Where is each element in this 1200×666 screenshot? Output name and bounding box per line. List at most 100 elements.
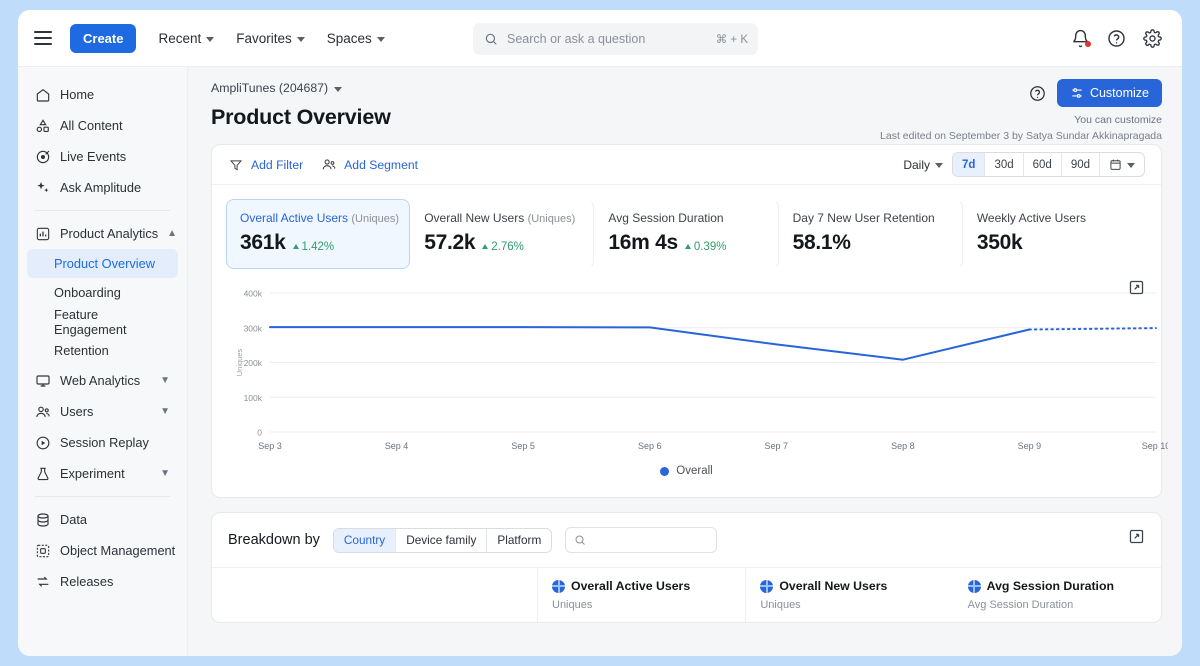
breakdown-column-name: Overall Active Users xyxy=(571,579,690,593)
svg-text:Sep 4: Sep 4 xyxy=(385,441,409,451)
range-90d[interactable]: 90d xyxy=(1062,153,1100,176)
delta-up-icon xyxy=(293,244,299,249)
add-filter-button[interactable]: Add Filter xyxy=(228,158,303,172)
sidebar-item-product-overview[interactable]: Product Overview xyxy=(27,249,178,278)
home-icon xyxy=(35,87,51,103)
svg-text:100k: 100k xyxy=(244,393,263,403)
metric-title: Overall New Users (Uniques) xyxy=(424,211,580,225)
live-events-icon xyxy=(35,149,51,165)
granularity-select[interactable]: Daily xyxy=(903,158,943,172)
sidebar-item-live-events[interactable]: Live Events xyxy=(27,141,178,172)
chevron-down-icon xyxy=(935,163,943,168)
sidebar-item-onboarding[interactable]: Onboarding xyxy=(27,278,178,307)
sidebar-item-releases-label: Releases xyxy=(60,574,170,589)
calendar-picker[interactable] xyxy=(1100,153,1144,176)
breakdown-title: Breakdown by xyxy=(228,532,320,548)
svg-text:Sep 3: Sep 3 xyxy=(258,441,282,451)
page-header-actions: Customize You can customize Last edited … xyxy=(880,79,1162,142)
expand-breakdown-icon[interactable] xyxy=(1128,528,1145,545)
filter-toolbar: Add Filter Add Segment Daily 7d xyxy=(212,145,1161,185)
releases-icon xyxy=(35,574,51,590)
svg-text:Uniques: Uniques xyxy=(235,348,244,376)
main-content: AmpliTunes (204687) Product Overview Cus… xyxy=(188,67,1182,656)
breakdown-column-sub: Uniques xyxy=(552,599,731,611)
metric-title-text: Overall Active Users xyxy=(240,211,348,225)
nav-favorites[interactable]: Favorites xyxy=(236,31,305,46)
help-icon[interactable] xyxy=(1029,85,1046,102)
topbar-actions xyxy=(1071,29,1162,48)
breadcrumb-label: AmpliTunes (204687) xyxy=(211,81,328,95)
metric-title-text: Overall New Users xyxy=(424,211,524,225)
search-input[interactable] xyxy=(507,32,708,46)
sidebar-item-releases[interactable]: Releases xyxy=(27,566,178,597)
breakdown-search-input[interactable] xyxy=(592,534,708,546)
sidebar-item-home[interactable]: Home xyxy=(27,79,178,110)
svg-text:Sep 6: Sep 6 xyxy=(638,441,662,451)
metric-card-overall-active-users[interactable]: Overall Active Users (Uniques) 361k 1.42… xyxy=(226,199,410,269)
metric-card-day-7-new-user-retention[interactable]: Day 7 New User Retention 58.1% xyxy=(779,199,963,269)
sidebar-item-session-replay[interactable]: Session Replay xyxy=(27,427,178,458)
breakdown-tab-country[interactable]: Country xyxy=(334,529,396,552)
sidebar-item-data[interactable]: Data xyxy=(27,504,178,535)
svg-text:Sep 10: Sep 10 xyxy=(1142,441,1168,451)
metric-title: Day 7 New User Retention xyxy=(793,211,949,225)
nav-recent[interactable]: Recent xyxy=(158,31,214,46)
range-60d[interactable]: 60d xyxy=(1024,153,1062,176)
metric-unit: (Uniques) xyxy=(351,213,399,225)
filter-icon xyxy=(228,158,244,172)
sidebar-item-users-label: Users xyxy=(60,404,151,419)
sidebar-item-onboarding-label: Onboarding xyxy=(54,285,121,300)
sidebar-item-ask-amplitude-label: Ask Amplitude xyxy=(60,180,170,195)
nav-recent-label: Recent xyxy=(158,31,201,46)
expand-chart-icon[interactable] xyxy=(1128,279,1145,296)
create-button[interactable]: Create xyxy=(70,24,136,53)
range-segmented-control: 7d 30d 60d 90d xyxy=(952,152,1145,177)
nav-spaces[interactable]: Spaces xyxy=(327,31,385,46)
sparkle-icon xyxy=(35,180,51,196)
sidebar-item-retention[interactable]: Retention xyxy=(27,336,178,365)
sidebar-item-feature-engagement-label: Feature Engagement xyxy=(54,307,170,337)
svg-text:Sep 8: Sep 8 xyxy=(891,441,915,451)
metric-cards: Overall Active Users (Uniques) 361k 1.42… xyxy=(212,185,1161,269)
sidebar-item-product-analytics[interactable]: Product Analytics ▲ xyxy=(27,218,178,249)
metric-delta-text: 0.39% xyxy=(694,241,727,253)
svg-text:Sep 5: Sep 5 xyxy=(511,441,535,451)
sidebar-item-web-analytics[interactable]: Web Analytics ▼ xyxy=(27,365,178,396)
bell-icon[interactable] xyxy=(1071,29,1090,48)
customize-button[interactable]: Customize xyxy=(1057,79,1162,107)
search-bar[interactable]: ⌘ + K xyxy=(473,23,758,55)
breakdown-tab-device-family[interactable]: Device family xyxy=(396,529,487,552)
metric-card-weekly-active-users[interactable]: Weekly Active Users 350k xyxy=(963,199,1147,269)
sidebar-item-all-content[interactable]: All Content xyxy=(27,110,178,141)
nav-favorites-label: Favorites xyxy=(236,31,292,46)
sidebar-item-home-label: Home xyxy=(60,87,170,102)
segment-icon xyxy=(321,157,337,172)
metric-card-avg-session-duration[interactable]: Avg Session Duration 16m 4s 0.39% xyxy=(594,199,778,269)
sidebar-item-object-management[interactable]: Object Management xyxy=(27,535,178,566)
bar-chart-icon xyxy=(35,226,51,242)
search-icon xyxy=(483,32,499,46)
metric-delta: 2.76% xyxy=(482,241,524,253)
breakdown-search[interactable] xyxy=(565,527,717,553)
range-30d[interactable]: 30d xyxy=(985,153,1023,176)
gear-icon[interactable] xyxy=(1143,29,1162,48)
legend-label: Overall xyxy=(676,465,712,477)
sidebar: Home All Content Live Events Ask Amplitu… xyxy=(18,67,188,656)
breakdown-column-overall-active-users: Overall Active Users Uniques xyxy=(537,568,745,622)
metric-title: Avg Session Duration xyxy=(608,211,764,225)
sidebar-item-users[interactable]: Users ▼ xyxy=(27,396,178,427)
sidebar-item-ask-amplitude[interactable]: Ask Amplitude xyxy=(27,172,178,203)
menu-icon[interactable] xyxy=(34,31,52,45)
search-icon xyxy=(574,534,586,546)
flask-icon xyxy=(35,466,51,482)
range-7d[interactable]: 7d xyxy=(953,153,985,176)
help-icon[interactable] xyxy=(1107,29,1126,48)
metric-card-overall-new-users[interactable]: Overall New Users (Uniques) 57.2k 2.76% xyxy=(410,199,594,269)
sidebar-item-feature-engagement[interactable]: Feature Engagement xyxy=(27,307,178,336)
svg-text:300k: 300k xyxy=(244,323,263,333)
search-shortcut: ⌘ + K xyxy=(716,32,748,46)
add-segment-button[interactable]: Add Segment xyxy=(321,157,418,172)
breakdown-tab-platform[interactable]: Platform xyxy=(487,529,551,552)
all-content-icon xyxy=(35,118,51,134)
sidebar-item-experiment[interactable]: Experiment ▼ xyxy=(27,458,178,489)
